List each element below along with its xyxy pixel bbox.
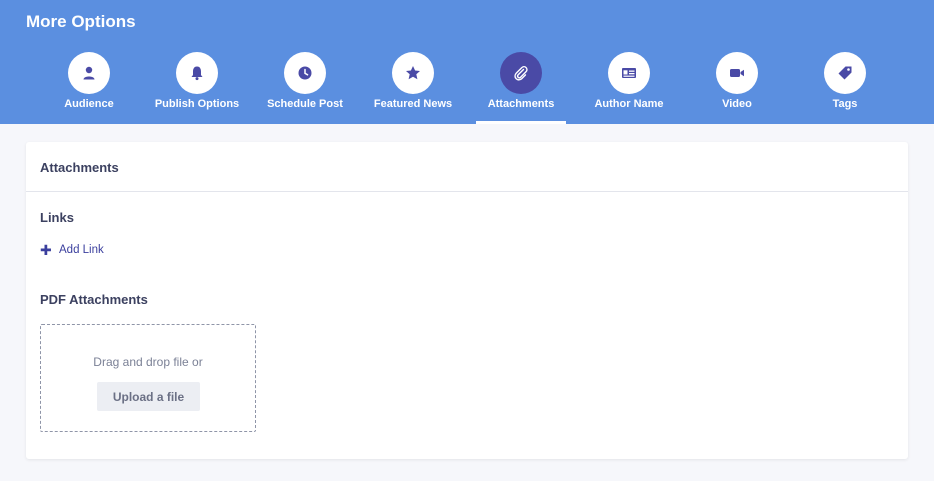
tab-label: Publish Options [154,98,240,110]
tab-attachments[interactable]: Attachments [467,52,575,124]
tab-label: Schedule Post [267,98,343,110]
card-header: Attachments [26,142,908,192]
add-link-button[interactable]: ✚ Add Link [40,243,104,257]
tab-schedule-post[interactable]: Schedule Post [251,52,359,124]
tab-video[interactable]: Video [683,52,791,124]
add-link-label: Add Link [59,244,104,256]
dropzone-hint: Drag and drop file or [93,355,203,369]
paperclip-icon [514,66,528,81]
tab-audience[interactable]: Audience [35,52,143,124]
tab-label: Attachments [487,98,555,110]
user-icon [83,66,95,80]
page-title: More Options [26,12,136,31]
tab-label: Featured News [373,98,453,110]
tab-label: Author Name [594,98,664,110]
tab-label: Video [722,98,752,110]
tab-author-name[interactable]: Author Name [575,52,683,124]
bell-icon [191,66,203,81]
video-icon [730,69,744,77]
star-icon [406,66,420,80]
upload-file-button[interactable]: Upload a file [97,382,200,411]
clock-icon [298,66,312,80]
card-title: Attachments [40,160,119,175]
tab-label: Tags [832,98,858,110]
links-title: Links [40,210,74,225]
tab-featured-news[interactable]: Featured News [359,52,467,124]
plus-icon: ✚ [40,242,52,258]
options-header: More Options Audience Publish Options Sc… [0,0,934,124]
tab-publish-options[interactable]: Publish Options [143,52,251,124]
options-tabs: Audience Publish Options Schedule Post F… [0,52,934,124]
attachments-card: Attachments Links ✚ Add Link PDF Attachm… [26,142,908,459]
active-tab-indicator [476,121,566,124]
id-card-icon [622,68,636,78]
pdf-attachments-title: PDF Attachments [40,292,148,307]
tag-icon [838,66,852,80]
file-dropzone[interactable]: Drag and drop file or Upload a file [40,324,256,432]
tab-tags[interactable]: Tags [791,52,899,124]
tab-label: Audience [64,98,114,110]
